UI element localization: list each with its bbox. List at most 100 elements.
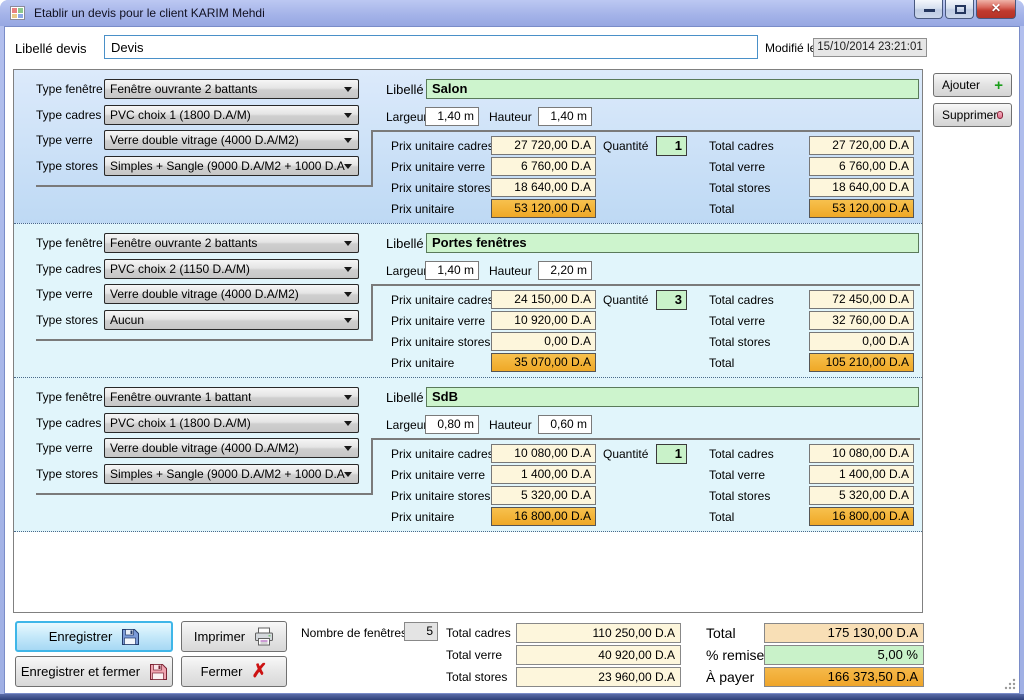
- chevron-down-icon: [344, 421, 352, 426]
- hauteur-label: Hauteur: [489, 264, 532, 278]
- type-verre-select[interactable]: Verre double vitrage (4000 D.A/M2): [104, 438, 359, 458]
- quantite-label: Quantité: [603, 447, 648, 461]
- type-stores-select[interactable]: Aucun: [104, 310, 359, 330]
- libelle-label: Libellé: [386, 236, 424, 251]
- total-label: Total: [709, 510, 734, 524]
- type-fenetre-select[interactable]: Fenêtre ouvrante 1 battant: [104, 387, 359, 407]
- quantite-input[interactable]: 1: [656, 444, 687, 464]
- libelle-input[interactable]: Portes fenêtres: [426, 233, 919, 253]
- type-fenetre-select[interactable]: Fenêtre ouvrante 2 battants: [104, 233, 359, 253]
- grand-total-label: Total: [706, 625, 736, 641]
- chevron-down-icon: [344, 395, 352, 400]
- total-stores-field: 0,00 D.A: [809, 332, 914, 351]
- prix-unitaire-cadres-field: 27 720,00 D.A: [491, 136, 596, 155]
- maximize-button[interactable]: [945, 0, 974, 19]
- type-cadres-select[interactable]: PVC choix 2 (1150 D.A/M): [104, 259, 359, 279]
- type-cadres-label: Type cadres: [36, 108, 101, 122]
- save-and-close-label: Enregistrer et fermer: [21, 664, 140, 679]
- remove-window-button[interactable]: Supprimer: [933, 103, 1012, 127]
- type-cadres-value: PVC choix 1 (1800 D.A/M): [110, 108, 251, 122]
- total-field: 105 210,00 D.A: [809, 353, 914, 372]
- libelle-devis-input[interactable]: [104, 35, 758, 59]
- window-item-section: Type fenêtre Fenêtre ouvrante 1 battant …: [14, 378, 922, 532]
- prix-unitaire-verre-field: 1 400,00 D.A: [491, 465, 596, 484]
- total-verre-label: Total verre: [709, 160, 765, 174]
- total-stores-label: Total stores: [709, 489, 770, 503]
- footer-total-cadres-field: 110 250,00 D.A: [516, 623, 681, 643]
- quantite-label: Quantité: [603, 293, 648, 307]
- close-button[interactable]: Fermer ✗: [181, 656, 287, 687]
- quantite-input[interactable]: 1: [656, 136, 687, 156]
- type-verre-label: Type verre: [36, 441, 93, 455]
- footer-total-cadres-label: Total cadres: [446, 626, 511, 640]
- titlebar[interactable]: Etablir un devis pour le client KARIM Me…: [0, 0, 1024, 26]
- total-stores-field: 18 640,00 D.A: [809, 178, 914, 197]
- total-verre-field: 32 760,00 D.A: [809, 311, 914, 330]
- largeur-input[interactable]: 1,40 m: [425, 107, 479, 126]
- type-verre-select[interactable]: Verre double vitrage (4000 D.A/M2): [104, 130, 359, 150]
- type-verre-value: Verre double vitrage (4000 D.A/M2): [110, 287, 299, 301]
- type-stores-select[interactable]: Simples + Sangle (9000 D.A/M2 + 1000 D.A…: [104, 464, 359, 484]
- hauteur-input[interactable]: 0,60 m: [538, 415, 592, 434]
- total-cadres-label: Total cadres: [709, 293, 774, 307]
- type-verre-select[interactable]: Verre double vitrage (4000 D.A/M2): [104, 284, 359, 304]
- total-field: 53 120,00 D.A: [809, 199, 914, 218]
- largeur-input[interactable]: 1,40 m: [425, 261, 479, 280]
- resize-grip[interactable]: [1003, 677, 1017, 691]
- type-fenetre-value: Fenêtre ouvrante 2 battants: [110, 236, 257, 250]
- save-button[interactable]: Enregistrer: [15, 621, 173, 652]
- print-button[interactable]: Imprimer: [181, 621, 287, 652]
- prix-unitaire-cadres-label: Prix unitaire cadres: [391, 447, 494, 461]
- minus-icon: [997, 111, 1003, 119]
- libelle-label: Libellé: [386, 390, 424, 405]
- libelle-input[interactable]: Salon: [426, 79, 919, 99]
- largeur-input[interactable]: 0,80 m: [425, 415, 479, 434]
- client-area: Libellé devis Modifié le 15/10/2014 23:2…: [4, 26, 1020, 694]
- modified-date-field: 15/10/2014 23:21:01: [813, 38, 927, 57]
- close-icon: ✕: [977, 1, 1015, 15]
- type-fenetre-label: Type fenêtre: [36, 390, 103, 404]
- hauteur-input[interactable]: 1,40 m: [538, 107, 592, 126]
- price-panel-border: [371, 438, 373, 495]
- total-stores-label: Total stores: [709, 335, 770, 349]
- libelle-devis-label: Libellé devis: [15, 41, 87, 56]
- window-item-section: Type fenêtre Fenêtre ouvrante 2 battants…: [14, 224, 922, 378]
- floppy-disk-icon: [121, 628, 139, 646]
- chevron-down-icon: [344, 292, 352, 297]
- chevron-down-icon: [344, 113, 352, 118]
- type-stores-select[interactable]: Simples + Sangle (9000 D.A/M2 + 1000 D.A…: [104, 156, 359, 176]
- print-label: Imprimer: [194, 629, 245, 644]
- chevron-down-icon: [344, 241, 352, 246]
- price-panel-border: [36, 339, 373, 341]
- price-panel-border: [36, 493, 373, 495]
- total-cadres-field: 72 450,00 D.A: [809, 290, 914, 309]
- prix-unitaire-cadres-field: 10 080,00 D.A: [491, 444, 596, 463]
- hauteur-input[interactable]: 2,20 m: [538, 261, 592, 280]
- chevron-down-icon: [344, 446, 352, 451]
- price-panel-border: [371, 130, 373, 187]
- type-cadres-select[interactable]: PVC choix 1 (1800 D.A/M): [104, 413, 359, 433]
- window-item-section: Type fenêtre Fenêtre ouvrante 2 battants…: [14, 70, 922, 224]
- type-stores-value: Simples + Sangle (9000 D.A/M2 + 1000 D.A…: [110, 159, 345, 173]
- libelle-label: Libellé: [386, 82, 424, 97]
- minimize-button[interactable]: [914, 0, 943, 19]
- footer-total-verre-label: Total verre: [446, 648, 502, 662]
- type-stores-label: Type stores: [36, 313, 98, 327]
- prix-unitaire-label: Prix unitaire: [391, 202, 454, 216]
- type-fenetre-value: Fenêtre ouvrante 2 battants: [110, 82, 257, 96]
- type-cadres-select[interactable]: PVC choix 1 (1800 D.A/M): [104, 105, 359, 125]
- close-window-button[interactable]: ✕: [976, 0, 1016, 19]
- plus-icon: +: [994, 78, 1003, 93]
- app-icon: [10, 6, 25, 20]
- chevron-down-icon: [344, 318, 352, 323]
- total-verre-field: 1 400,00 D.A: [809, 465, 914, 484]
- libelle-input[interactable]: SdB: [426, 387, 919, 407]
- prix-unitaire-cadres-label: Prix unitaire cadres: [391, 139, 494, 153]
- type-fenetre-label: Type fenêtre: [36, 236, 103, 250]
- save-and-close-button[interactable]: Enregistrer et fermer: [15, 656, 173, 687]
- type-fenetre-select[interactable]: Fenêtre ouvrante 2 battants: [104, 79, 359, 99]
- chevron-down-icon: [344, 87, 352, 92]
- add-window-button[interactable]: Ajouter +: [933, 73, 1012, 97]
- remise-input[interactable]: 5,00 %: [764, 645, 924, 665]
- quantite-input[interactable]: 3: [656, 290, 687, 310]
